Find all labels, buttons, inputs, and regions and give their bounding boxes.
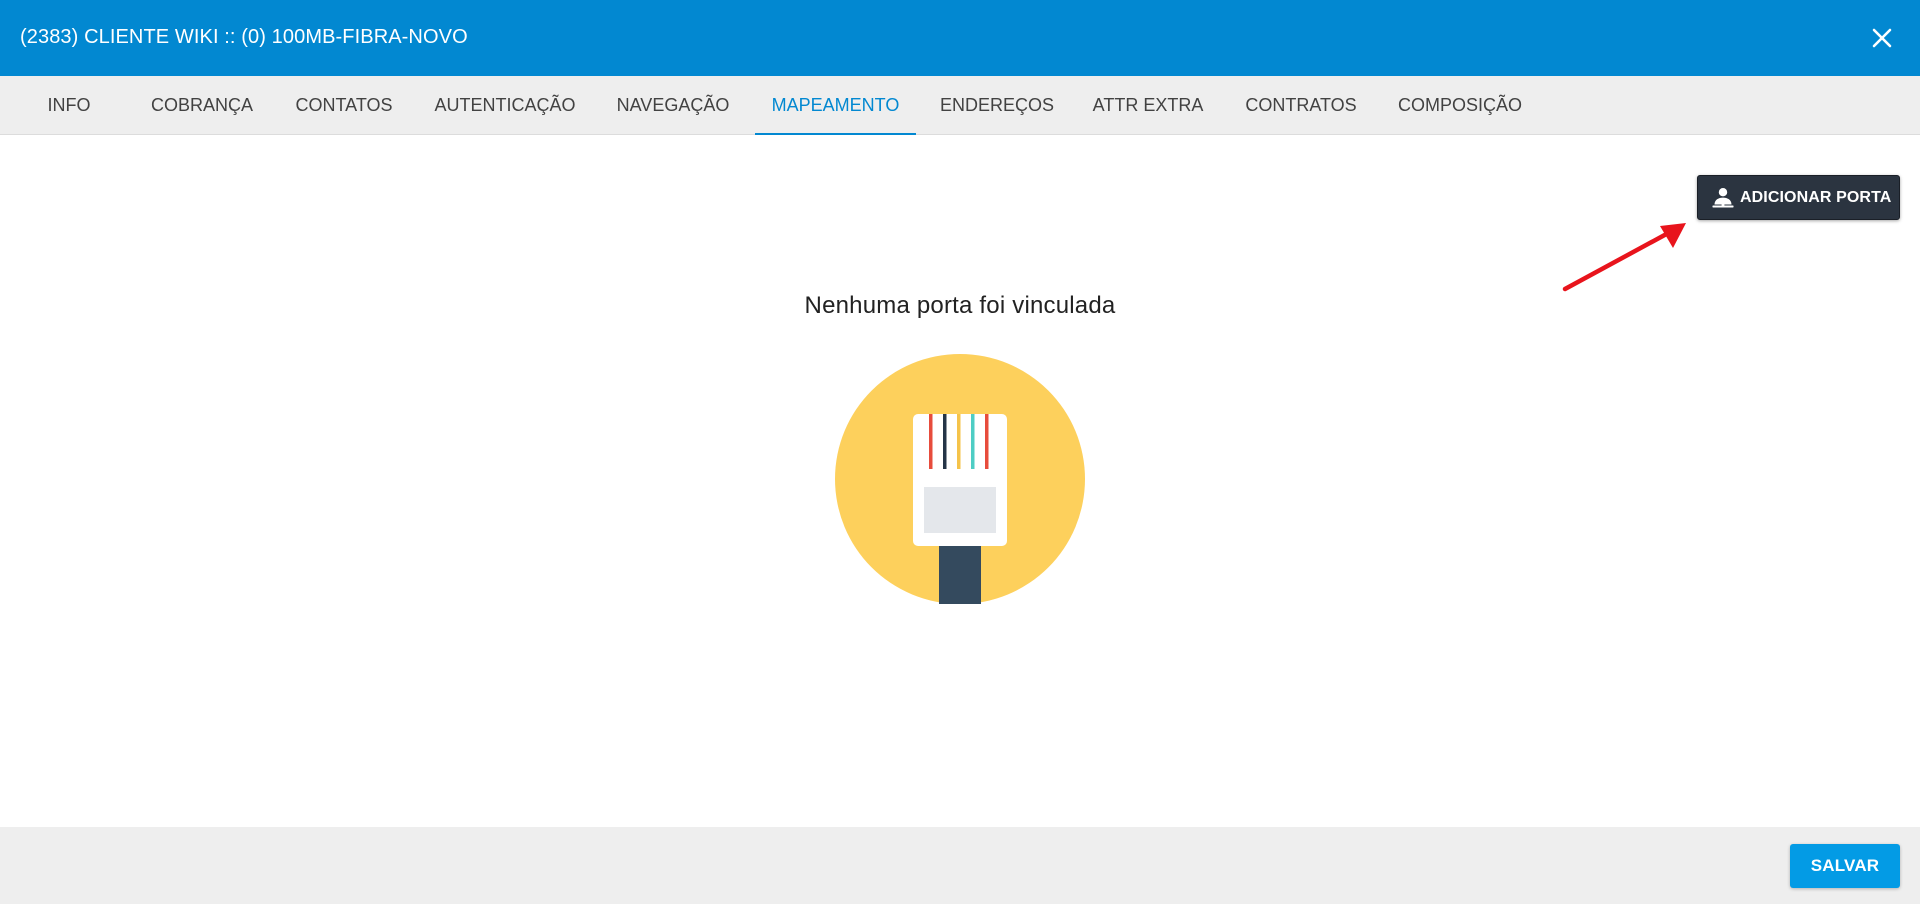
tab-composicao[interactable]: COMPOSIÇÃO bbox=[1394, 76, 1526, 134]
tab-autenticacao[interactable]: AUTENTICAÇÃO bbox=[430, 76, 580, 134]
ethernet-connector-icon bbox=[835, 354, 1085, 604]
user-port-icon bbox=[1712, 188, 1734, 208]
add-port-button-label: ADICIONAR PORTA bbox=[1740, 189, 1892, 206]
tab-info[interactable]: INFO bbox=[34, 76, 104, 134]
tab-attr-extra[interactable]: ATTR EXTRA bbox=[1087, 76, 1209, 134]
tab-navegacao[interactable]: NAVEGAÇÃO bbox=[610, 76, 736, 134]
add-port-button[interactable]: ADICIONAR PORTA bbox=[1697, 175, 1900, 220]
client-dialog: (2383) CLIENTE WIKI :: (0) 100MB-FIBRA-N… bbox=[0, 0, 1920, 904]
dialog-title: (2383) CLIENTE WIKI :: (0) 100MB-FIBRA-N… bbox=[20, 26, 468, 48]
tab-contratos[interactable]: CONTRATOS bbox=[1237, 76, 1365, 134]
close-icon bbox=[1872, 28, 1892, 48]
tab-mapeamento[interactable]: MAPEAMENTO bbox=[755, 76, 916, 135]
tab-cobranca[interactable]: COBRANÇA bbox=[145, 76, 259, 134]
annotation-arrow-icon bbox=[1562, 223, 1686, 292]
tab-bar: INFO COBRANÇA CONTATOS AUTENTICAÇÃO NAVE… bbox=[0, 76, 1920, 135]
mapeamento-panel: ADICIONAR PORTA Nenhuma porta foi vincul… bbox=[0, 135, 1920, 827]
save-button[interactable]: SALVAR bbox=[1790, 844, 1900, 888]
close-button[interactable] bbox=[1862, 18, 1902, 58]
dialog-header: (2383) CLIENTE WIKI :: (0) 100MB-FIBRA-N… bbox=[0, 0, 1920, 76]
dialog-footer: SALVAR bbox=[0, 827, 1920, 904]
empty-state-message: Nenhuma porta foi vinculada bbox=[804, 292, 1116, 319]
tab-contatos[interactable]: CONTATOS bbox=[286, 76, 402, 134]
tab-enderecos[interactable]: ENDEREÇOS bbox=[938, 76, 1056, 134]
